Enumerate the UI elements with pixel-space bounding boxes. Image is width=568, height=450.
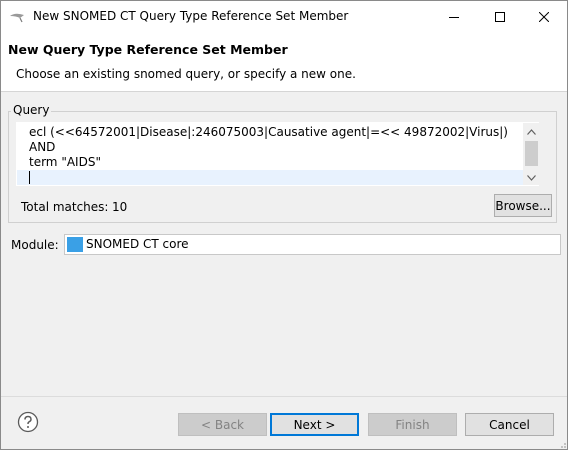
browse-button[interactable]: Browse... (494, 194, 552, 217)
next-button[interactable]: Next > (270, 413, 359, 436)
chevron-up-icon (527, 128, 536, 135)
close-button[interactable] (521, 1, 567, 32)
minimize-button[interactable] (431, 1, 477, 32)
current-line-highlight (17, 170, 523, 185)
query-line: AND (29, 140, 56, 154)
module-field[interactable]: SNOMED CT core (64, 234, 561, 255)
query-scrollbar[interactable] (523, 123, 540, 185)
query-editor[interactable]: ecl (<<64572001|Disease|:246075003|Causa… (16, 122, 539, 186)
close-icon (539, 11, 549, 22)
chevron-down-icon (527, 174, 536, 181)
snomed-module-icon (67, 237, 83, 252)
help-button[interactable] (17, 411, 39, 433)
page-description: Choose an existing snomed query, or spec… (16, 67, 356, 81)
maximize-button[interactable] (477, 1, 523, 32)
title-bar: New SNOMED CT Query Type Reference Set M… (1, 1, 567, 33)
dialog-window: New SNOMED CT Query Type Reference Set M… (0, 0, 568, 450)
window-title: New SNOMED CT Query Type Reference Set M… (33, 9, 349, 23)
wizard-header: New Query Type Reference Set Member Choo… (1, 33, 567, 92)
footer-divider (1, 396, 567, 397)
app-icon (10, 13, 24, 23)
cancel-button[interactable]: Cancel (465, 413, 554, 436)
help-icon (17, 411, 39, 433)
total-matches-value: 10 (112, 200, 128, 214)
query-group-label: Query (11, 103, 52, 117)
text-caret (29, 171, 30, 184)
maximize-icon (495, 11, 505, 22)
scroll-thumb[interactable] (525, 141, 538, 166)
scroll-down-button[interactable] (523, 169, 540, 186)
module-label: Module: (11, 238, 59, 252)
total-matches-label: Total matches: (21, 200, 109, 214)
resize-grip-icon[interactable] (557, 439, 567, 449)
query-line: term "AIDS" (29, 155, 101, 169)
module-value: SNOMED CT core (86, 237, 189, 251)
finish-button[interactable]: Finish (368, 413, 457, 436)
query-line: ecl (<<64572001|Disease|:246075003|Causa… (29, 125, 508, 139)
back-button[interactable]: < Back (178, 413, 267, 436)
scroll-up-button[interactable] (523, 123, 540, 140)
page-title: New Query Type Reference Set Member (8, 42, 288, 57)
minimize-icon (449, 16, 459, 18)
